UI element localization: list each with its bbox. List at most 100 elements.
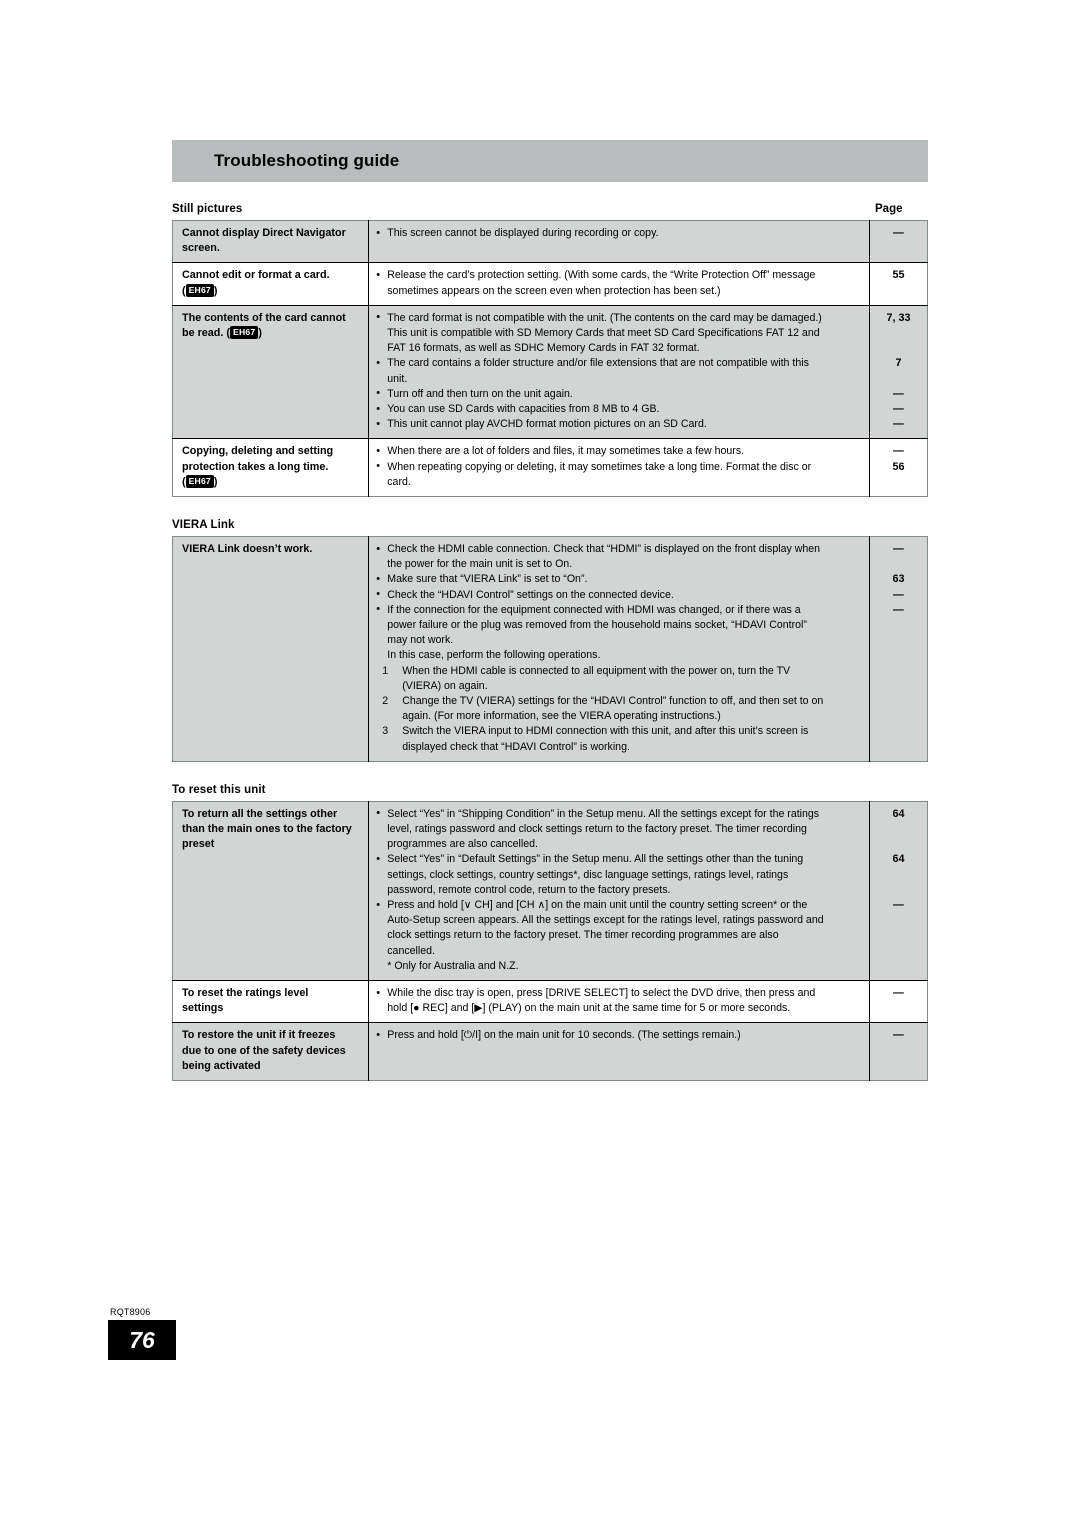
model-badge-eh67: EH67 bbox=[185, 283, 214, 297]
solution-continuation: level, ratings password and clock settin… bbox=[387, 823, 807, 835]
page-reference: — bbox=[893, 402, 904, 415]
solution-continuation: FAT 16 formats, as well as SDHC Memory C… bbox=[387, 342, 700, 355]
solution-plain-line: In this case, perform the following oper… bbox=[387, 649, 601, 662]
symptom-column-cell: The contents of the card cannot be read. … bbox=[172, 304, 370, 439]
solution-bullet: Press and hold [∨ CH] and [CH ∧] on the … bbox=[376, 898, 861, 913]
table-row: VIERA Link doesn’t work. Check the HDMI c… bbox=[172, 536, 928, 762]
solution-column-cell: The card format is not compatible with t… bbox=[368, 304, 870, 439]
section-caption: Still pictures bbox=[172, 203, 243, 215]
page-column-cell: — bbox=[868, 220, 928, 263]
symptom-cell: Copying, deleting and setting protection … bbox=[173, 439, 368, 496]
solution-bullet: You can use SD Cards with capacities fro… bbox=[376, 401, 861, 417]
page-reference: 7, 33 bbox=[886, 311, 911, 324]
page-reference-cell: —56. bbox=[870, 439, 927, 496]
solution-continuation: unit. bbox=[387, 372, 408, 385]
symptom-line: The contents of the card cannot bbox=[182, 311, 346, 324]
symptom-cell: To reset the ratings level settings bbox=[173, 981, 368, 1022]
page-reference: 7 bbox=[895, 357, 902, 370]
solution-cell: Check the HDMI cable connection. Check t… bbox=[369, 537, 869, 761]
troubleshooting-table: To return all the settings other than the… bbox=[172, 800, 928, 1081]
solution-bullet: If the connection for the equipment conn… bbox=[376, 602, 861, 618]
symptom-column-cell: Cannot display Direct Navigator screen. bbox=[172, 220, 370, 263]
solution-step-continuation: (VIERA) on again. bbox=[402, 679, 488, 692]
document-page: Troubleshooting guide Still pictures Page… bbox=[0, 0, 1080, 1528]
page-column-cell: 7, 33..7.——— bbox=[868, 304, 928, 439]
solution-bullet: When repeating copying or deleting, it m… bbox=[376, 459, 861, 475]
solution-continuation: sometimes appears on the screen even whe… bbox=[387, 284, 721, 297]
symptom-line: screen. bbox=[182, 242, 220, 255]
solution-column-cell: Press and hold [⏻/I] on the main unit fo… bbox=[368, 1022, 870, 1081]
symptom-cell: To restore the unit if it freezes due to … bbox=[173, 1023, 368, 1080]
troubleshooting-table: VIERA Link doesn’t work. Check the HDMI c… bbox=[172, 536, 928, 762]
symptom-line: (EH67) bbox=[182, 474, 218, 489]
solution-bullet: Make sure that “VIERA Link” is set to “O… bbox=[376, 572, 861, 587]
solution-column-cell: Release the card’s protection setting. (… bbox=[368, 262, 870, 306]
solution-continuation: the power for the main unit is set to On… bbox=[387, 558, 573, 571]
symptom-cell: Cannot edit or format a card.(EH67) bbox=[173, 263, 368, 304]
solution-continuation: may not work. bbox=[387, 634, 454, 647]
solution-column-cell: While the disc tray is open, press [DRIV… bbox=[368, 980, 870, 1023]
solution-bullet: Press and hold [⏻/I] on the main unit fo… bbox=[376, 1028, 861, 1043]
section-caption: To reset this unit bbox=[172, 783, 266, 796]
solution-cell: While the disc tray is open, press [DRIV… bbox=[369, 981, 869, 1022]
solution-cell: Select “Yes” in “Shipping Condition” in … bbox=[369, 802, 869, 980]
solution-column-cell: Select “Yes” in “Shipping Condition” in … bbox=[368, 801, 870, 981]
solution-step-continuation: displayed check that “HDAVI Control” is … bbox=[402, 740, 630, 753]
page-reference: 63 bbox=[892, 573, 905, 586]
symptom-line: To reset the ratings level bbox=[182, 987, 309, 1000]
solution-bullet: The card format is not compatible with t… bbox=[376, 310, 861, 326]
page-reference-cell: 55 bbox=[870, 263, 927, 289]
solution-bullet: Release the card’s protection setting. (… bbox=[376, 268, 861, 283]
page-reference: 64 bbox=[892, 853, 905, 866]
symptom-line: protection takes a long time. bbox=[182, 460, 329, 473]
page-reference: — bbox=[893, 445, 904, 458]
solution-bullet: Turn off and then turn on the unit again… bbox=[376, 386, 861, 402]
page-column-cell: 55 bbox=[868, 262, 928, 306]
page-reference: 55 bbox=[892, 269, 905, 282]
solution-continuation: This unit is compatible with SD Memory C… bbox=[387, 326, 820, 339]
page-reference-cell: —.63——......... bbox=[870, 537, 927, 761]
section-header-band: Troubleshooting guide bbox=[172, 140, 928, 182]
solution-cell: The card format is not compatible with t… bbox=[369, 306, 869, 439]
symptom-cell: The contents of the card cannot be read. … bbox=[173, 306, 368, 347]
solution-cell: This screen cannot be displayed during r… bbox=[369, 221, 869, 247]
solution-bullet: Check the HDMI cable connection. Check t… bbox=[376, 541, 861, 557]
troubleshooting-table: Cannot display Direct Navigator screen. Th… bbox=[172, 220, 928, 498]
symptom-column-cell: To restore the unit if it freezes due to … bbox=[172, 1022, 370, 1081]
step-number: 3 bbox=[382, 725, 389, 738]
table-row: To restore the unit if it freezes due to … bbox=[172, 1022, 928, 1081]
page-reference-cell: —. bbox=[870, 981, 927, 1022]
page-column-header: Page bbox=[875, 203, 903, 215]
symptom-cell: Cannot display Direct Navigator screen. bbox=[173, 221, 368, 262]
solution-continuation: hold [● REC] and [▶] (PLAY) on the main … bbox=[387, 1002, 791, 1015]
step-number: 2 bbox=[382, 695, 389, 708]
page-reference-cell: 7, 33..7.——— bbox=[870, 306, 927, 439]
page-column-cell: —.63——......... bbox=[868, 536, 928, 762]
symptom-line: Copying, deleting and setting bbox=[182, 445, 334, 458]
step-number: 1 bbox=[382, 664, 389, 677]
symptom-line: preset bbox=[182, 838, 215, 851]
solution-bullet: While the disc tray is open, press [DRIV… bbox=[376, 986, 861, 1001]
solution-bullet: Select “Yes” in “Default Settings” in th… bbox=[376, 852, 861, 867]
solution-column-cell: Check the HDMI cable connection. Check t… bbox=[368, 536, 870, 762]
page-reference-cell: — bbox=[870, 1023, 927, 1049]
solution-numbered-step: 2 Change the TV (VIERA) settings for the … bbox=[376, 694, 861, 709]
page-reference: — bbox=[893, 603, 904, 616]
solution-column-cell: This screen cannot be displayed during r… bbox=[368, 220, 870, 263]
solution-bullet: This screen cannot be displayed during r… bbox=[376, 225, 861, 241]
table-row: To reset the ratings level settings While … bbox=[172, 980, 928, 1023]
solution-numbered-step: 1 When the HDMI cable is connected to all… bbox=[376, 664, 861, 679]
page-reference: — bbox=[893, 1029, 904, 1042]
solution-cell: Release the card’s protection setting. (… bbox=[369, 263, 869, 304]
solution-bullet: When there are a lot of folders and file… bbox=[376, 444, 861, 459]
symptom-line: than the main ones to the factory bbox=[182, 822, 352, 835]
symptom-line: (EH67) bbox=[182, 283, 218, 297]
table-row: Copying, deleting and setting protection … bbox=[172, 438, 928, 497]
page-reference: — bbox=[893, 387, 904, 400]
symptom-column-cell: To return all the settings other than the… bbox=[172, 801, 370, 981]
solution-continuation: clock settings return to the factory pre… bbox=[387, 929, 779, 942]
symptom-column-cell: Copying, deleting and setting protection … bbox=[172, 438, 370, 497]
page-reference: — bbox=[893, 227, 904, 239]
page-reference: — bbox=[893, 987, 904, 1000]
page-reference-cell: 64..64..—.... bbox=[870, 802, 927, 980]
